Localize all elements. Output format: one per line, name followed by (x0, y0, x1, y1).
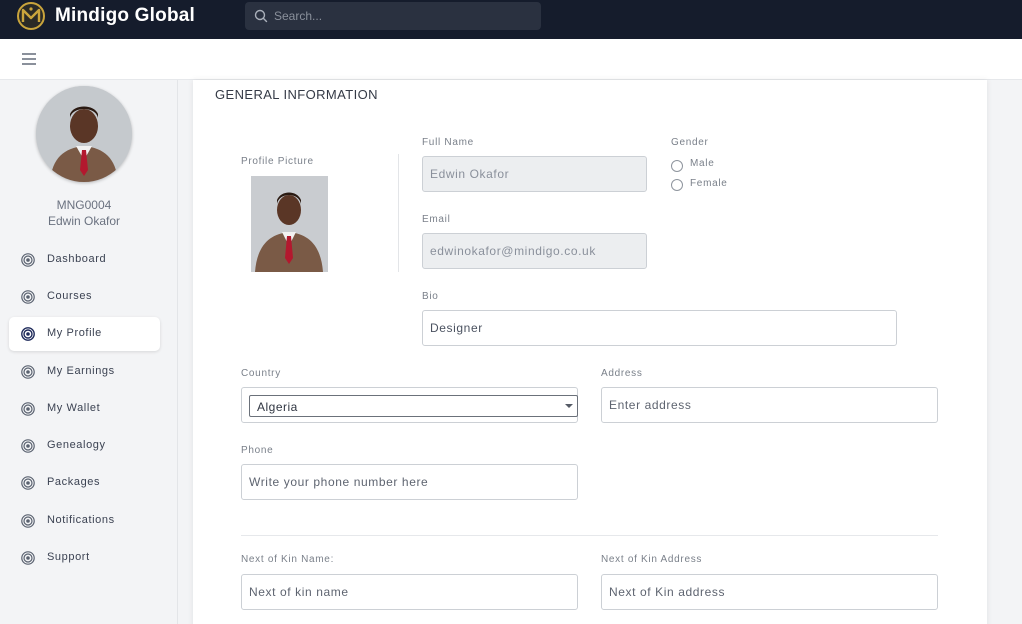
target-icon (21, 365, 35, 379)
full-name-label: Full Name (422, 137, 474, 148)
kin-address-field[interactable] (601, 574, 938, 610)
bio-label: Bio (422, 291, 439, 302)
menu-toggle-icon[interactable] (22, 53, 36, 65)
sidebar-item-support[interactable]: Support (9, 541, 160, 575)
top-navbar: Mindigo Global (0, 0, 1022, 39)
gender-female-label: Female (690, 178, 728, 189)
user-id: MNG0004 (56, 198, 112, 212)
address-field[interactable] (601, 387, 938, 423)
gender-male-label: Male (690, 158, 715, 169)
brand-name[interactable]: Mindigo Global (55, 5, 195, 27)
email-field[interactable] (422, 233, 647, 269)
divider (398, 154, 399, 272)
kin-name-field[interactable] (241, 574, 578, 610)
target-icon (21, 290, 35, 304)
sidebar-item-my-wallet[interactable]: My Wallet (9, 392, 160, 426)
sidebar-item-dashboard[interactable]: Dashboard (9, 243, 160, 277)
bio-field[interactable] (422, 310, 897, 346)
user-name: Edwin Okafor (47, 214, 121, 228)
target-icon (21, 327, 35, 341)
sidebar-item-courses[interactable]: Courses (9, 280, 160, 314)
target-icon (21, 439, 35, 453)
sidebar-item-label: Genealogy (47, 439, 106, 451)
chevron-down-icon (565, 404, 573, 408)
sidebar-item-label: Support (47, 551, 90, 563)
sub-header (0, 39, 1022, 80)
sidebar-item-label: My Wallet (47, 402, 101, 414)
phone-label: Phone (241, 445, 274, 456)
sidebar-item-packages[interactable]: Packages (9, 466, 160, 500)
sidebar-item-label: Dashboard (47, 253, 107, 265)
gender-female-radio[interactable] (671, 179, 683, 191)
phone-field[interactable] (241, 464, 578, 500)
gender-label: Gender (671, 137, 709, 148)
sidebar-item-label: Notifications (47, 514, 115, 526)
target-icon (21, 476, 35, 490)
target-icon (21, 402, 35, 416)
search-input[interactable] (274, 6, 529, 26)
section-title: GENERAL INFORMATION (215, 87, 378, 102)
gender-male-radio[interactable] (671, 160, 683, 172)
sidebar-item-notifications[interactable]: Notifications (9, 504, 160, 538)
email-label: Email (422, 214, 451, 225)
address-label: Address (601, 368, 643, 379)
country-select-value: Algeria (257, 400, 298, 414)
sidebar: MNG0004 Edwin Okafor Dashboard Courses M… (0, 80, 178, 624)
target-icon (21, 551, 35, 565)
section-divider (241, 535, 938, 536)
country-select[interactable]: Algeria (249, 395, 578, 417)
kin-address-label: Next of Kin Address (601, 554, 703, 565)
sidebar-item-label: My Earnings (47, 365, 115, 377)
sidebar-item-my-earnings[interactable]: My Earnings (9, 355, 160, 389)
kin-name-label: Next of Kin Name: (241, 554, 335, 565)
avatar[interactable] (36, 86, 132, 182)
search-icon (254, 9, 268, 23)
sidebar-item-my-profile[interactable]: My Profile (9, 317, 160, 351)
sidebar-item-label: Courses (47, 290, 93, 302)
sidebar-item-label: Packages (47, 476, 101, 488)
country-label: Country (241, 368, 281, 379)
profile-picture-label: Profile Picture (241, 156, 314, 167)
target-icon (21, 514, 35, 528)
full-name-field[interactable] (422, 156, 647, 192)
country-field: Algeria (241, 387, 578, 423)
sidebar-item-label: My Profile (47, 327, 102, 339)
general-information-card: GENERAL INFORMATION Profile Picture Full… (193, 80, 987, 624)
target-icon (21, 253, 35, 267)
profile-picture[interactable] (251, 176, 328, 272)
sidebar-item-genealogy[interactable]: Genealogy (9, 429, 160, 463)
brand-logo-icon[interactable] (17, 2, 45, 30)
search-box[interactable] (245, 2, 541, 30)
